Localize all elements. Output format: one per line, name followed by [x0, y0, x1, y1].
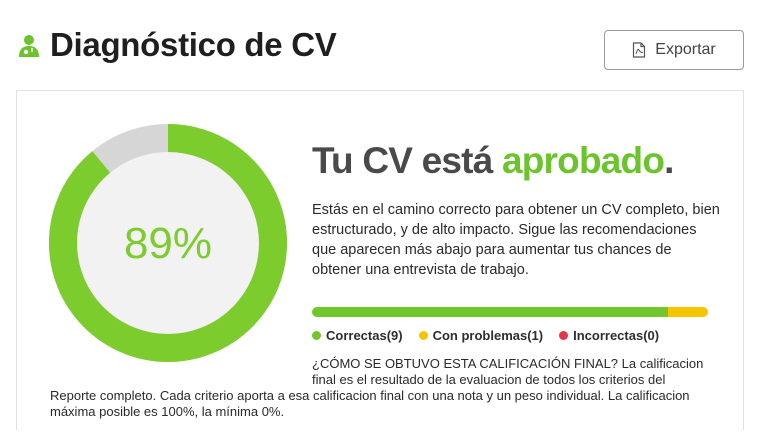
pdf-file-icon [633, 42, 646, 58]
result-heading-status: aprobado [501, 140, 665, 181]
legend-dot-icon [312, 331, 321, 340]
criteria-progress-bar [312, 307, 708, 317]
score-percentage: 89% [123, 219, 213, 268]
user-doctor-icon [19, 35, 39, 57]
result-heading: Tu CV está aprobado. [312, 140, 674, 182]
result-heading-prefix: Tu CV está [312, 140, 493, 181]
explanation-text-part1: ¿CÓMO SE OBTUVO ESTA CALIFICACIÓN FINAL?… [312, 356, 704, 387]
export-button[interactable]: Exportar [604, 30, 744, 70]
legend-label: Con problemas(1) [432, 328, 544, 343]
criteria-legend: Correctas(9) Con problemas(1) Incorrectas(… [312, 328, 659, 343]
export-button-label: Exportar [655, 41, 716, 58]
legend-item: Incorrectas(0) [559, 328, 659, 343]
legend-dot-icon [559, 331, 569, 340]
legend-dot-icon [418, 331, 428, 340]
progress-segment [312, 307, 669, 317]
page-title: Diagnóstico de CV [50, 26, 337, 63]
legend-item: Correctas(9) [312, 328, 403, 343]
progress-segment [668, 307, 708, 317]
explanation-text-part2: Reporte completo. Cada criterio aporta a… [50, 388, 690, 419]
legend-label: Correctas(9) [326, 328, 403, 343]
legend-item: Con problemas(1) [418, 328, 544, 343]
result-heading-suffix: . [664, 140, 674, 181]
legend-label: Incorrectas(0) [573, 328, 660, 343]
result-description: Estás en el camino correcto para obtener… [312, 202, 720, 278]
